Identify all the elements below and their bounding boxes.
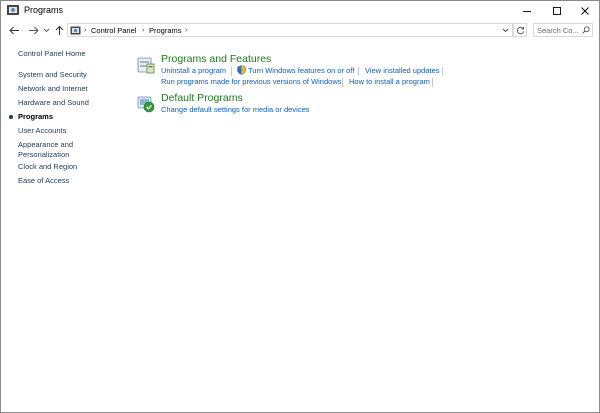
- change-default-settings-link[interactable]: Change default settings for media or dev…: [161, 105, 309, 115]
- search-icon: [582, 26, 590, 34]
- default-programs-title[interactable]: Default Programs: [161, 92, 243, 105]
- programs-features-title[interactable]: Programs and Features: [161, 53, 271, 66]
- back-arrow-icon: [8, 26, 19, 34]
- window-title: Programs: [24, 5, 64, 15]
- search-box[interactable]: Search Co...: [533, 23, 593, 37]
- programs-window: Programs › Control Panel › Programs › Se…: [0, 0, 600, 413]
- refresh-button[interactable]: [513, 23, 527, 37]
- minimize-button[interactable]: [513, 1, 541, 20]
- address-dropdown-button[interactable]: [500, 25, 510, 35]
- default-programs-icon: [137, 96, 155, 113]
- uninstall-program-link[interactable]: Uninstall a program: [161, 66, 226, 76]
- refresh-icon: [516, 26, 524, 34]
- sidebar-item-user-accounts[interactable]: User Accounts: [18, 126, 66, 136]
- view-installed-updates-link[interactable]: View installed updates: [365, 66, 440, 76]
- control-panel-icon: [7, 5, 19, 15]
- chevron-down-icon: [502, 28, 508, 32]
- sidebar-item-personalization[interactable]: Personalization: [18, 150, 69, 160]
- windows-features-link[interactable]: Turn Windows features on or off: [248, 66, 354, 76]
- title-bar: Programs: [1, 1, 599, 20]
- back-button[interactable]: [7, 23, 21, 37]
- navigation-bar: › Control Panel › Programs › Search Co..…: [1, 20, 599, 40]
- address-bar[interactable]: › Control Panel › Programs ›: [67, 23, 513, 37]
- shield-icon: [237, 65, 246, 75]
- breadcrumb-programs[interactable]: Programs: [149, 25, 182, 36]
- close-icon: [581, 6, 589, 15]
- chevron-right-icon: ›: [84, 27, 87, 34]
- link-divider: [358, 67, 359, 76]
- forward-arrow-icon: [28, 26, 39, 34]
- sidebar-item-network-internet[interactable]: Network and Internet: [18, 84, 88, 94]
- chevron-right-icon[interactable]: ›: [185, 25, 187, 36]
- breadcrumb-control-panel[interactable]: Control Panel: [91, 25, 136, 36]
- forward-button[interactable]: [26, 23, 40, 37]
- sidebar: Control Panel Home System and Security N…: [1, 41, 121, 412]
- chevron-down-icon: [43, 28, 49, 32]
- sidebar-item-control-panel-home[interactable]: Control Panel Home: [18, 49, 86, 59]
- chevron-right-icon[interactable]: ›: [142, 25, 144, 36]
- sidebar-item-hardware-sound[interactable]: Hardware and Sound: [18, 98, 89, 108]
- recent-locations-button[interactable]: [42, 23, 50, 37]
- maximize-button[interactable]: [543, 1, 571, 20]
- up-arrow-icon: [55, 25, 63, 35]
- search-placeholder: Search Co...: [537, 26, 579, 35]
- link-divider: [342, 78, 343, 87]
- programs-features-icon: [137, 57, 155, 74]
- active-bullet-icon: [9, 115, 13, 119]
- close-button[interactable]: [571, 1, 599, 20]
- sidebar-item-programs[interactable]: Programs: [18, 112, 53, 122]
- maximize-icon: [553, 6, 561, 15]
- control-panel-icon: [70, 26, 81, 35]
- sidebar-item-clock-region[interactable]: Clock and Region: [18, 162, 77, 172]
- up-button[interactable]: [53, 23, 65, 37]
- link-divider: [432, 78, 433, 87]
- how-to-install-link[interactable]: How to install a program: [349, 77, 430, 87]
- minimize-icon: [523, 10, 531, 12]
- sidebar-item-ease-of-access[interactable]: Ease of Access: [18, 176, 69, 186]
- compatibility-link[interactable]: Run programs made for previous versions …: [161, 77, 342, 87]
- sidebar-item-system-security[interactable]: System and Security: [18, 70, 87, 80]
- link-divider: [442, 67, 443, 76]
- link-divider: [231, 67, 232, 76]
- sidebar-item-appearance[interactable]: Appearance and: [18, 140, 73, 150]
